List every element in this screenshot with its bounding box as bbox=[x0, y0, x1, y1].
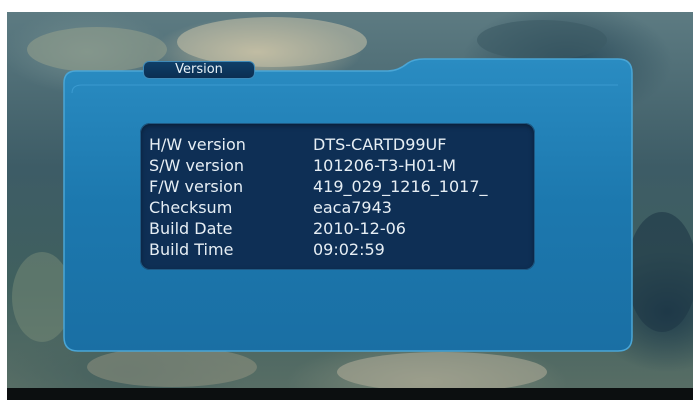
info-row-build-date: Build Date 2010-12-06 bbox=[140, 218, 535, 240]
info-row-build-time: Build Time 09:02:59 bbox=[140, 239, 535, 261]
checksum-label: Checksum bbox=[149, 198, 233, 217]
version-dialog: Version H/W version DTS-CARTD99UF S/W ve… bbox=[58, 57, 638, 357]
info-row-sw-version: S/W version 101206-T3-H01-M bbox=[140, 155, 535, 177]
hw-version-value: DTS-CARTD99UF bbox=[313, 135, 447, 154]
fw-version-label: F/W version bbox=[149, 177, 244, 196]
info-row-checksum: Checksum eaca7943 bbox=[140, 197, 535, 219]
hw-version-label: H/W version bbox=[149, 135, 246, 154]
coral-decoration bbox=[337, 352, 547, 392]
screen-bottom-edge bbox=[7, 388, 693, 400]
build-time-value: 09:02:59 bbox=[313, 240, 385, 259]
sw-version-label: S/W version bbox=[149, 156, 245, 175]
info-row-fw-version: F/W version 419_029_1216_1017_ bbox=[140, 176, 535, 198]
checksum-value: eaca7943 bbox=[313, 198, 392, 217]
fw-version-value: 419_029_1216_1017_ bbox=[313, 177, 488, 196]
build-time-label: Build Time bbox=[149, 240, 234, 259]
build-date-value: 2010-12-06 bbox=[313, 219, 406, 238]
dialog-title: Version bbox=[175, 62, 223, 77]
info-row-hw-version: H/W version DTS-CARTD99UF bbox=[140, 134, 535, 156]
tv-screen: Version H/W version DTS-CARTD99UF S/W ve… bbox=[0, 0, 700, 400]
coral-decoration bbox=[477, 20, 607, 60]
version-info-panel: H/W version DTS-CARTD99UF S/W version 10… bbox=[140, 123, 535, 270]
dialog-title-tab: Version bbox=[143, 61, 255, 79]
sw-version-value: 101206-T3-H01-M bbox=[313, 156, 457, 175]
build-date-label: Build Date bbox=[149, 219, 233, 238]
